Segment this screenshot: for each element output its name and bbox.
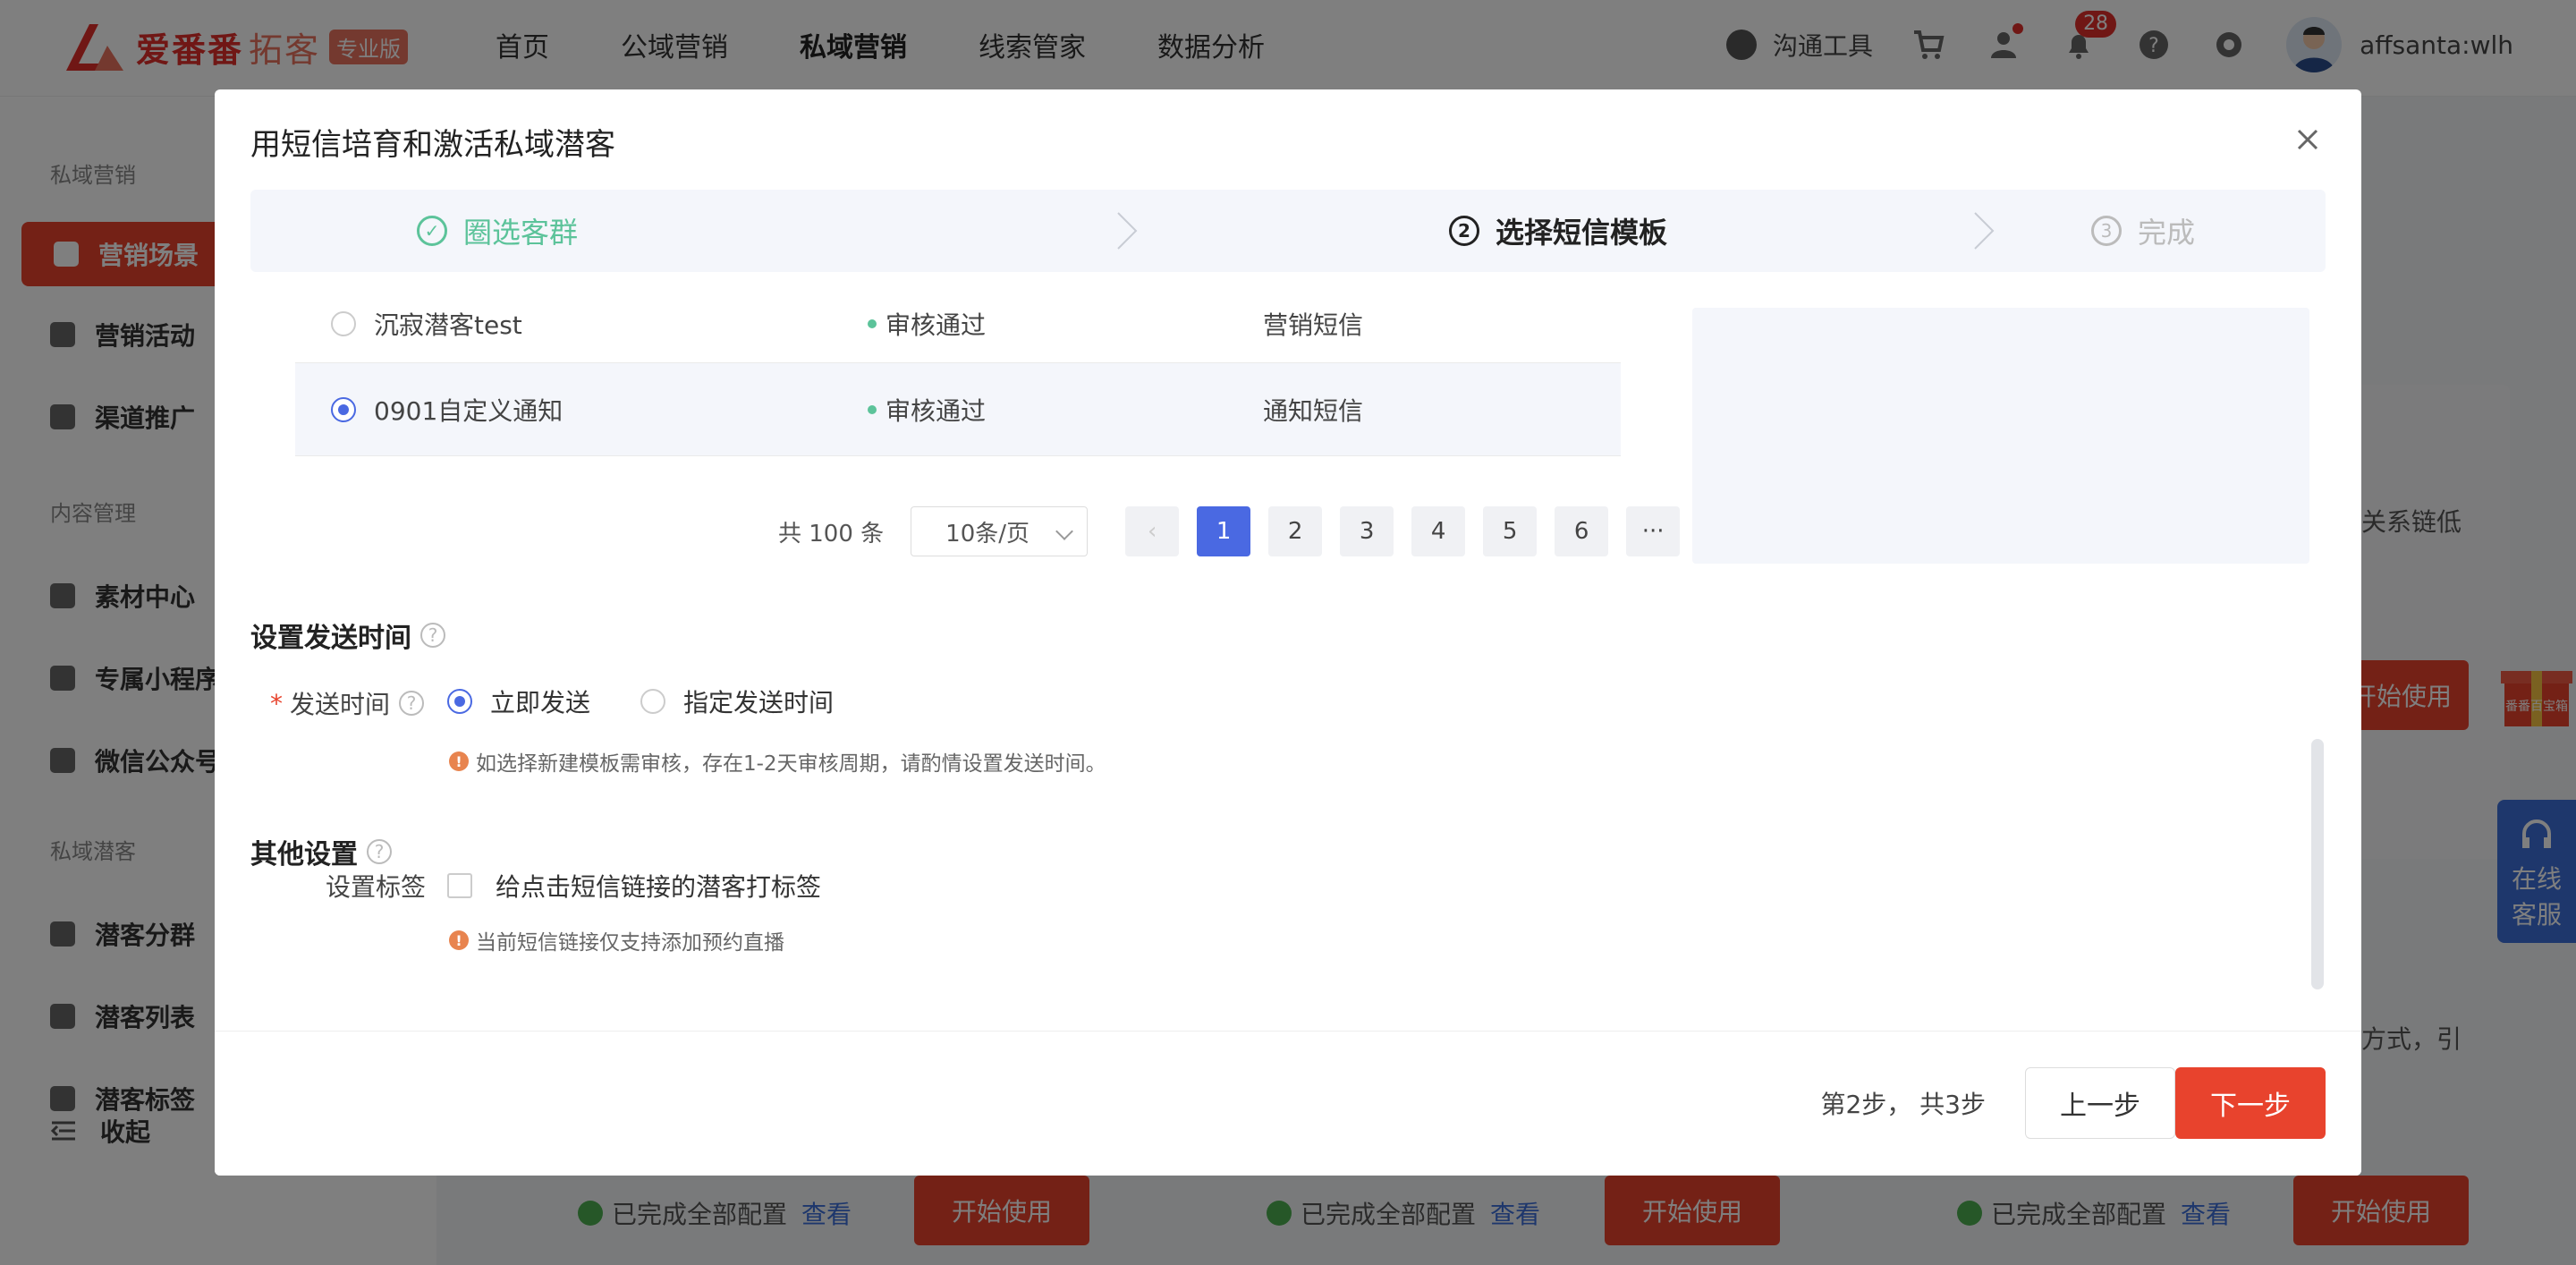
step-3: 3 完成 <box>2091 190 2195 272</box>
template-radio[interactable] <box>331 396 356 422</box>
modal-footer: 第2步， 共3步 上一步 下一步 <box>215 1031 2361 1176</box>
help-icon[interactable]: ? <box>399 691 425 716</box>
scheduled-send-option[interactable]: 指定发送时间 <box>640 683 834 719</box>
page-2[interactable]: 2 <box>1268 506 1323 556</box>
template-name: 0901自定义通知 <box>374 395 564 426</box>
next-step-button[interactable]: 下一步 <box>2175 1067 2326 1139</box>
help-icon[interactable]: ? <box>420 623 445 648</box>
pagination: 共 100 条 10条/页 ‹ 1 2 3 4 5 6 ··· 10 › <box>778 505 1841 558</box>
set-tag-label: 设置标签 <box>326 872 427 902</box>
chevron-down-icon <box>1055 522 1074 540</box>
total-count: 共 100 条 <box>778 520 885 548</box>
prev-step-button[interactable]: 上一步 <box>2025 1067 2175 1139</box>
status-dot <box>868 318 877 328</box>
template-type: 通知短信 <box>1263 395 1364 426</box>
tag-click-checkbox[interactable] <box>447 873 472 898</box>
sms-preview-panel <box>1692 308 2309 564</box>
chevron-right-icon <box>1974 212 1995 250</box>
other-settings-section-title: 其他设置 ? <box>250 832 392 871</box>
modal-title: 用短信培育和激活私域潜客 <box>250 127 615 163</box>
page-4[interactable]: 4 <box>1411 506 1466 556</box>
warning-icon: ! <box>449 751 469 771</box>
page-3[interactable]: 3 <box>1340 506 1394 556</box>
step-info: 第2步， 共3步 <box>1820 1090 1986 1119</box>
table-row[interactable]: 沉寂潜客test 审核通过 营销短信 <box>295 284 1621 363</box>
send-now-option[interactable]: 立即发送 <box>447 683 590 719</box>
template-type: 营销短信 <box>1263 310 1364 340</box>
template-name: 沉寂潜客test <box>374 310 522 340</box>
step-1: ✓ 圈选客群 <box>417 190 578 272</box>
warning-icon: ! <box>449 930 469 950</box>
check-circle-icon: ✓ <box>417 216 447 246</box>
sms-nurture-modal: 用短信培育和激活私域潜客 ✓ 圈选客群 2 选择短信模板 3 完成 沉寂潜客te… <box>215 89 2361 1176</box>
tag-hint: ! 当前短信链接仅支持添加预约直播 <box>449 925 784 955</box>
template-status: 审核通过 <box>868 306 986 342</box>
send-time-section-title: 设置发送时间 ? <box>250 616 445 655</box>
modal-scrollbar[interactable] <box>2311 739 2324 989</box>
scheduled-send-radio[interactable] <box>640 689 665 714</box>
prev-page-button[interactable]: ‹ <box>1125 506 1180 556</box>
status-dot <box>868 404 877 414</box>
chevron-right-icon <box>1117 212 1138 250</box>
tag-click-option[interactable]: 给点击短信链接的潜客打标签 <box>447 868 821 904</box>
template-status: 审核通过 <box>868 392 986 428</box>
send-now-radio[interactable] <box>447 689 472 714</box>
step-indicator: ✓ 圈选客群 2 选择短信模板 3 完成 <box>250 190 2326 272</box>
page-1[interactable]: 1 <box>1197 506 1251 556</box>
table-row[interactable]: 0901自定义通知 审核通过 通知短信 <box>295 363 1621 456</box>
template-radio[interactable] <box>331 310 356 336</box>
close-icon[interactable] <box>2290 122 2326 157</box>
page-size-select[interactable]: 10条/页 <box>911 506 1089 556</box>
help-icon[interactable]: ? <box>367 839 392 864</box>
page-6[interactable]: 6 <box>1555 506 1609 556</box>
send-time-hint: ! 如选择新建模板需审核，存在1-2天审核周期，请酌情设置发送时间。 <box>449 746 1106 777</box>
page-ellipsis[interactable]: ··· <box>1626 506 1681 556</box>
page-5[interactable]: 5 <box>1483 506 1538 556</box>
step-2: 2 选择短信模板 <box>1449 190 1667 272</box>
send-time-label: * 发送时间 ? <box>270 685 425 721</box>
